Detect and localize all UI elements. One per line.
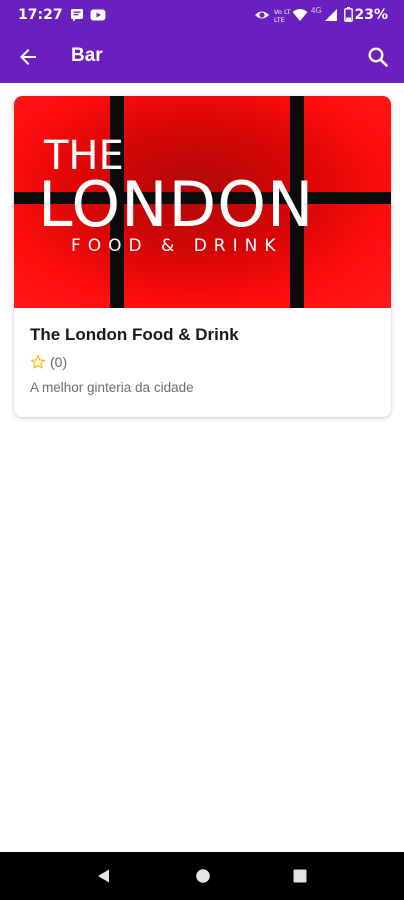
system-nav-bar — [0, 852, 404, 900]
4g-icon: 4G — [311, 6, 322, 15]
page-title: Bar — [71, 45, 103, 66]
signal-icon — [325, 9, 337, 21]
volte-icon: Vo LTE LTE — [274, 8, 291, 23]
svg-text:LTE: LTE — [274, 16, 285, 23]
back-triangle-icon[interactable] — [96, 868, 112, 884]
status-time: 17:27 — [18, 7, 63, 23]
home-circle-icon[interactable] — [195, 868, 211, 884]
listing-card[interactable]: THE LONDON FOOD & DRINK The London Food … — [14, 96, 391, 417]
rating-count: (0) — [50, 354, 68, 370]
eye-icon — [255, 11, 269, 19]
app-bar: Bar — [0, 31, 404, 83]
arrow-back-icon[interactable] — [16, 45, 40, 69]
logo-text-london: LONDON — [38, 168, 315, 241]
listing-image: THE LONDON FOOD & DRINK — [14, 96, 391, 308]
youtube-icon — [90, 9, 106, 21]
battery-icon — [344, 7, 353, 22]
star-outline-icon — [30, 355, 46, 369]
listing-name: The London Food & Drink — [30, 325, 239, 344]
search-icon[interactable] — [366, 45, 390, 69]
recents-square-icon[interactable] — [292, 868, 308, 884]
message-icon — [71, 9, 83, 22]
listing-description: A melhor ginteria da cidade — [30, 380, 194, 395]
status-bar: 17:27 Vo LTE LTE 4G 23% — [0, 0, 404, 31]
rating-row: (0) — [30, 352, 67, 372]
svg-text:Vo LTE: Vo LTE — [274, 8, 291, 16]
battery-percentage: 23% — [354, 7, 388, 23]
wifi-icon — [292, 9, 308, 21]
logo-text-food-drink: FOOD & DRINK — [71, 236, 283, 256]
